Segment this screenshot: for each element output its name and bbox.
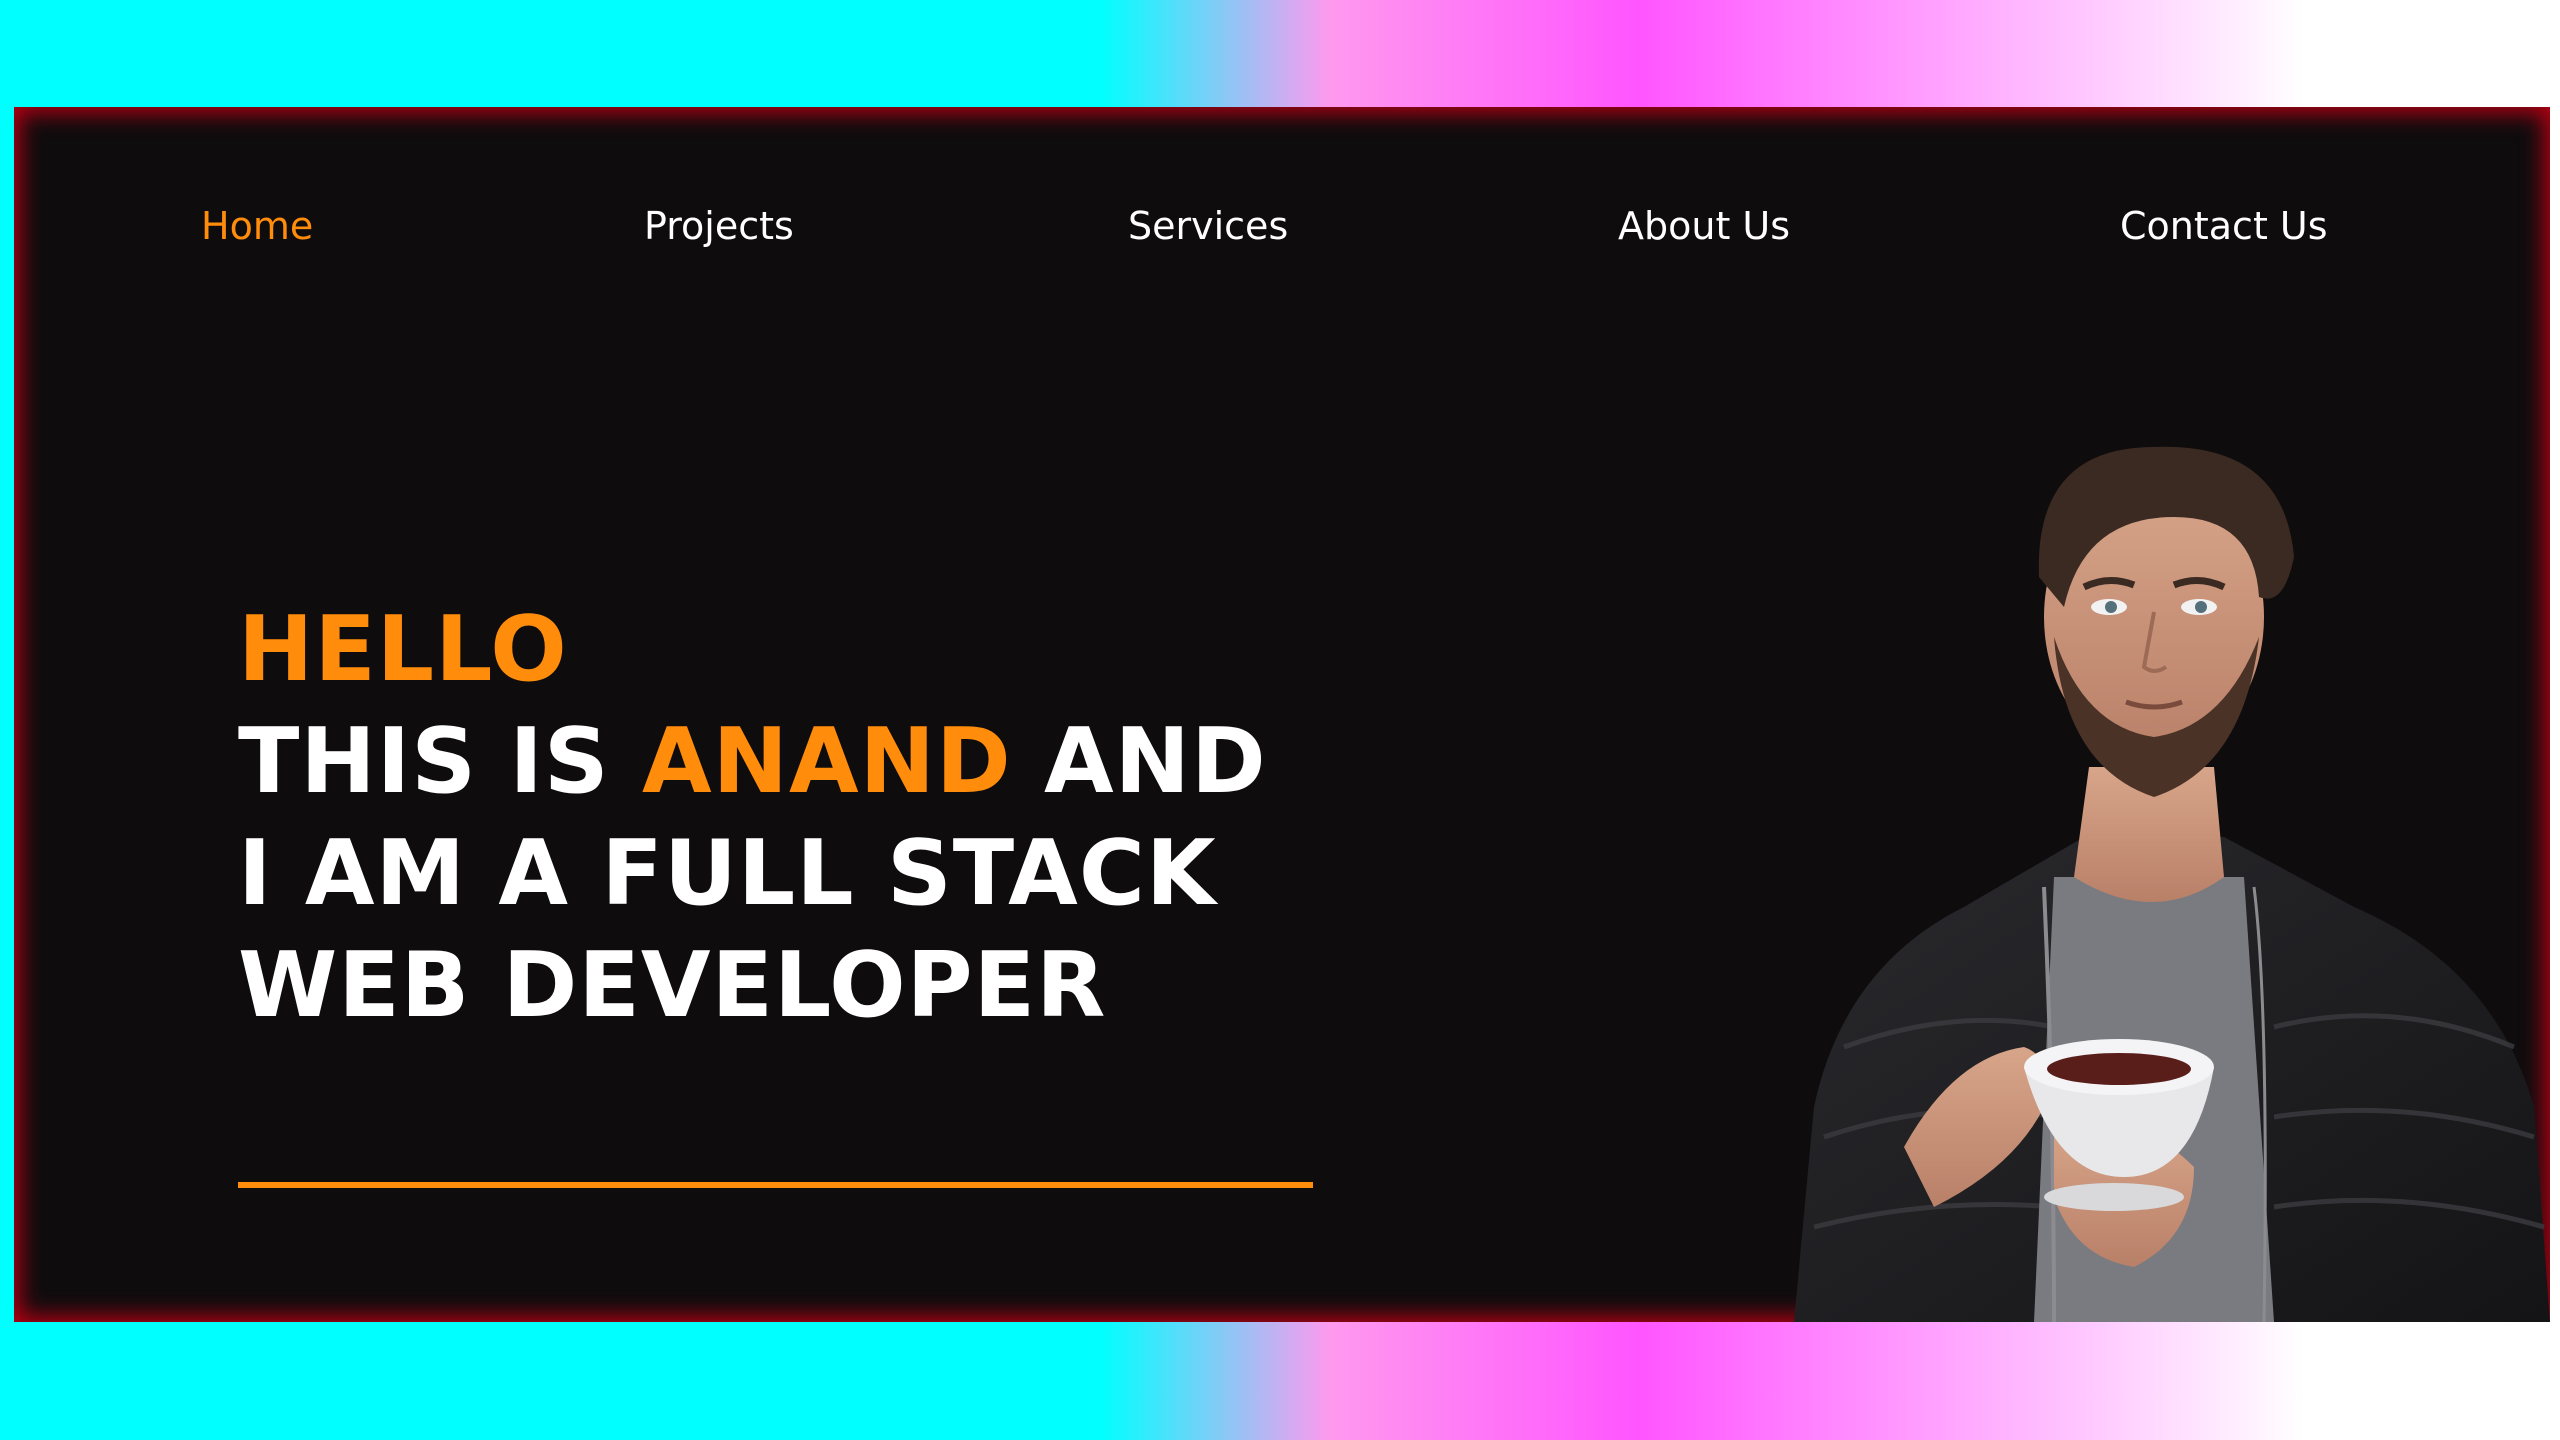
nav-item-about-us[interactable]: About Us bbox=[1618, 204, 1790, 248]
main-nav: Home Projects Services About Us Contact … bbox=[14, 204, 2550, 264]
nav-item-services[interactable]: Services bbox=[1128, 204, 1288, 248]
nav-item-projects[interactable]: Projects bbox=[644, 204, 794, 248]
portrait-image bbox=[1794, 446, 2550, 1322]
nav-item-home[interactable]: Home bbox=[201, 204, 313, 248]
hero-greeting: HELLO bbox=[238, 597, 568, 702]
hero-role-line-2: WEB DEVELOPER bbox=[238, 933, 1107, 1038]
hero-heading: HELLO THIS IS ANAND AND I AM A FULL STAC… bbox=[238, 594, 1267, 1042]
hero-intro-prefix: THIS IS bbox=[238, 709, 642, 814]
hero-intro-line: THIS IS ANAND AND bbox=[238, 706, 1267, 818]
hero-name: ANAND bbox=[642, 709, 1012, 814]
hero-card: Home Projects Services About Us Contact … bbox=[14, 107, 2550, 1322]
hero-role-line-1: I AM A FULL STACK bbox=[238, 821, 1217, 926]
hero-intro-suffix: AND bbox=[1011, 709, 1267, 814]
hero-underline bbox=[238, 1182, 1313, 1188]
nav-item-contact-us[interactable]: Contact Us bbox=[2120, 204, 2328, 248]
